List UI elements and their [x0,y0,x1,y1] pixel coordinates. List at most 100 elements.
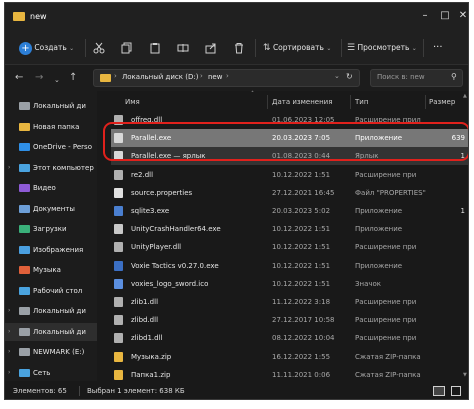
minimize-button[interactable]: – [417,9,433,23]
usb-drive-icon [19,348,30,356]
sidebar-item[interactable]: › Сеть [5,364,97,382]
file-row[interactable]: voxies_logo_sword.ico 10.12.2022 1:51 Знач… [111,275,468,293]
column-header-name[interactable]: Имя [125,95,140,109]
expand-chevron-icon[interactable]: › [8,364,10,382]
sidebar-item[interactable]: OneDrive - Perso [5,138,97,156]
column-divider[interactable] [425,95,426,109]
network-icon [19,368,30,377]
back-arrow-icon[interactable]: ← [15,72,23,84]
sort-button[interactable]: ⇅ Сортировать ⌄ [263,41,331,55]
share-button[interactable] [205,41,217,55]
delete-button[interactable] [233,41,245,55]
view-button[interactable]: ☰ Просмотреть ⌄ [347,41,417,55]
tiles-view-icon[interactable] [451,386,461,396]
file-row[interactable]: Музыка.zip 16.12.2022 1:55 Сжатая ZIP-папк… [111,348,468,366]
address-input[interactable]: › Локальный диск (D:) › new › ⌄ ↻ [93,69,360,87]
file-row[interactable]: re2.dll 10.12.2022 1:51 Расширение при [111,166,468,184]
sidebar-item[interactable]: › Локальный ди [5,302,97,320]
forward-arrow-icon[interactable]: → [35,72,43,84]
file-date: 11.12.2022 3:18 [272,298,331,306]
sidebar-item[interactable]: Изображения [5,241,97,259]
copy-button[interactable] [121,41,133,55]
file-row[interactable]: zlibd.dll 27.12.2017 10:58 Расширение при [111,311,468,329]
file-type: Сжатая ZIP-папка [355,352,421,361]
scroll-down-arrow-icon[interactable]: ▼ [463,372,467,378]
column-divider[interactable] [267,95,268,109]
breadcrumb-folder[interactable]: new [208,73,222,81]
file-row[interactable]: Voxie Tactics v0.27.0.exe 10.12.2022 1:51… [111,257,468,275]
cloud-icon [19,143,30,151]
address-dropdown-chevron-icon[interactable]: ⌄ [334,72,340,80]
sidebar-item-label: Музыка [33,266,61,274]
cut-button[interactable] [93,41,105,55]
expand-chevron-icon[interactable]: › [8,343,10,361]
sidebar-item[interactable]: Локальный ди [5,97,97,115]
chevron-down-icon: ⌄ [411,45,417,52]
file-date: 20.03.2023 5:02 [272,207,331,215]
sidebar-item-label: Локальный ди [33,327,86,336]
refresh-icon[interactable]: ↻ [346,72,353,81]
sidebar-item[interactable]: Музыка [5,261,97,279]
file-type: Приложение [355,261,403,270]
exe-icon [114,224,123,235]
file-row[interactable]: zlibd1.dll 08.12.2022 10:04 Расширение при [111,329,468,347]
paste-button[interactable] [149,41,161,55]
highlight-frame [103,122,468,161]
sort-icon: ⇅ [263,43,271,53]
dll-icon [114,297,123,307]
sidebar-item-label: NEWMARK (E:) [33,348,85,356]
sidebar-item-label: Видео [33,184,56,192]
sidebar-item[interactable]: Новая папка [5,118,97,136]
scissors-icon [93,42,105,54]
file-row[interactable]: source.properties 27.12.2021 16:45 Файл "P… [111,184,468,202]
close-button[interactable]: ✕ [455,9,468,23]
column-divider[interactable] [350,95,351,109]
sidebar-item-label: Этот компьютер [33,163,94,172]
sidebar-item[interactable]: Загрузки [5,220,97,238]
up-arrow-icon[interactable]: ↑ [69,72,77,84]
drive-icon [19,102,30,110]
documents-icon [19,204,30,213]
sidebar-item[interactable]: › NEWMARK (E:) [5,343,97,361]
file-name: UnityCrashHandler64.exe [131,225,221,234]
sidebar-item[interactable]: › Локальный ди [5,322,97,341]
toolbar-divider [85,39,86,57]
sidebar-item[interactable]: › Этот компьютер [5,159,97,177]
sidebar-item[interactable]: Документы [5,200,97,218]
create-button[interactable]: + Создать ⌄ [19,41,74,55]
details-view-icon[interactable] [433,386,445,396]
more-options-button[interactable]: ··· [433,41,443,55]
music-icon [19,266,30,274]
breadcrumb-drive[interactable]: Локальный диск (D:) [122,73,198,81]
path-separator-icon: › [200,72,203,80]
column-header-type[interactable]: Тип [355,95,368,109]
sidebar-item-label: Сеть [33,368,51,377]
search-input[interactable]: Поиск в: new ⚲ [370,69,463,87]
trash-icon [235,43,243,54]
sidebar-item[interactable]: Рабочий стол [5,282,97,300]
file-row[interactable]: zlib1.dll 11.12.2022 3:18 Расширение при [111,293,468,311]
rename-button[interactable] [177,41,189,55]
column-header-date[interactable]: Дата изменения [272,95,332,109]
column-header-size[interactable]: Размер [429,95,455,109]
dll-icon [114,169,123,180]
file-row[interactable]: UnityCrashHandler64.exe 10.12.2022 1:51 Пр… [111,220,468,238]
sidebar-item[interactable]: Видео [5,179,97,197]
expand-chevron-icon[interactable]: › [8,302,10,320]
toolbar-divider [255,39,256,57]
dll-icon [114,242,123,253]
file-name: sqlite3.exe [131,207,170,215]
expand-chevron-icon[interactable]: › [8,159,10,177]
file-row[interactable]: UnityPlayer.dll 10.12.2022 1:51 Расширение… [111,238,468,256]
expand-chevron-icon[interactable]: › [8,323,10,341]
recent-locations-chevron-icon[interactable]: ⌄ [54,74,60,86]
scroll-up-arrow-icon[interactable]: ▲ [463,93,467,99]
rename-icon [177,44,189,52]
file-row[interactable]: sqlite3.exe 20.03.2023 5:02 Приложение 1 [111,202,468,220]
file-date: 16.12.2022 1:55 [272,352,331,361]
file-size: 1 [460,207,465,215]
exe-icon [114,206,123,216]
sidebar-item-label: OneDrive - Perso [33,143,92,151]
maximize-button[interactable]: □ [437,9,453,23]
status-bar: Элементов: 65 Выбран 1 элемент: 638 КБ [5,381,468,399]
